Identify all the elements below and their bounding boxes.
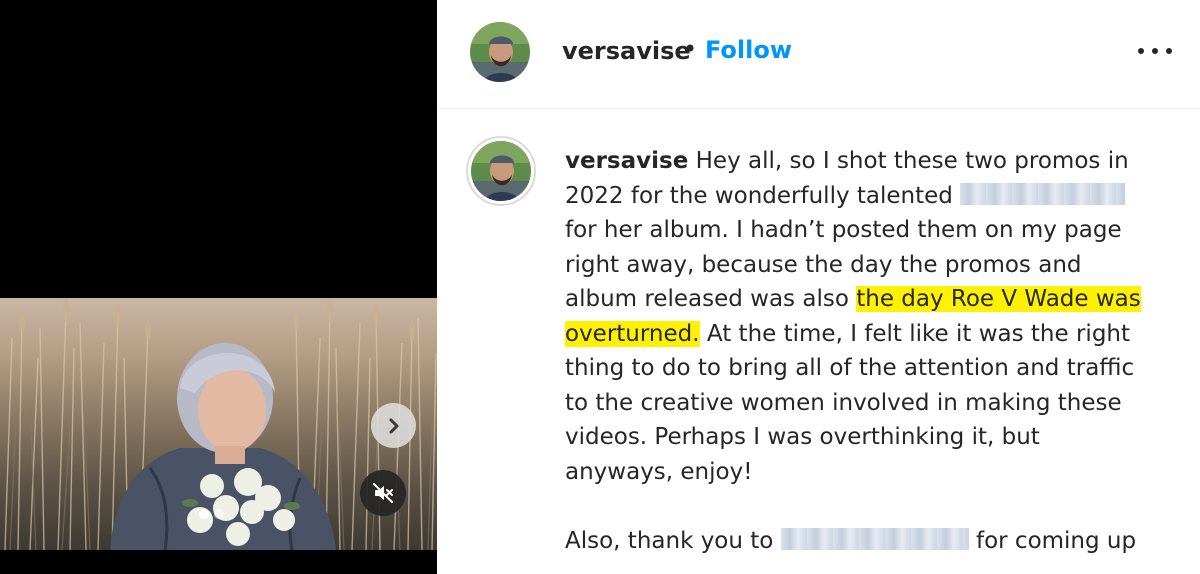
caption-line: At the time, I felt like it was the righ… [706,320,1131,347]
author-username[interactable]: versavise [562,37,691,65]
more-options-icon[interactable] [1138,38,1172,64]
caption-line: anyways, enjoy! [565,458,753,485]
caption-line: Hey all, so I shot these two promos in [695,148,1129,174]
caption-line: for her album. I hadn’t posted them on m… [565,217,1122,243]
caption-line: thing to do to bring all of the attentio… [565,355,1135,381]
chevron-right-icon [389,418,398,433]
caption-line: for coming up [975,527,1137,554]
carousel-dot-active [199,509,209,519]
caption-author-avatar[interactable] [466,136,536,206]
highlighted-text: the day Roe V Wade was [856,286,1141,312]
caption-text: versavise Hey all, so I shot these two p… [565,144,1170,558]
caption-line: album released was also [565,286,849,312]
post-details-panel: versavise • Follow versavise Hey all, so… [438,0,1200,574]
highlighted-text: overturned. [565,320,700,347]
mute-toggle-button[interactable] [360,470,406,516]
follow-button[interactable]: Follow [705,36,792,64]
caption-line: to the creative women involved in making… [565,389,1122,416]
avatar-image [470,22,530,82]
caption-comment: versavise Hey all, so I shot these two p… [438,110,1200,574]
next-media-button[interactable] [371,403,416,448]
author-avatar[interactable] [470,22,530,82]
avatar-image [471,141,531,201]
post-media[interactable] [0,0,437,574]
caption-username[interactable]: versavise [565,148,688,174]
caption-line: right away, because the day the promos a… [565,251,1082,278]
caption-line: 2022 for the wonderfully talented [565,182,953,209]
carousel-indicator [199,509,224,519]
caption-line: Also, thank you to [565,527,774,554]
speaker-muted-icon [373,483,393,503]
post-header: versavise • Follow [438,0,1200,109]
separator-dot: • [683,35,698,63]
redacted-name [960,182,1126,205]
redacted-name [780,527,969,550]
carousel-dot [214,509,224,519]
caption-line: videos. Perhaps I was overthinking it, b… [565,424,1040,450]
